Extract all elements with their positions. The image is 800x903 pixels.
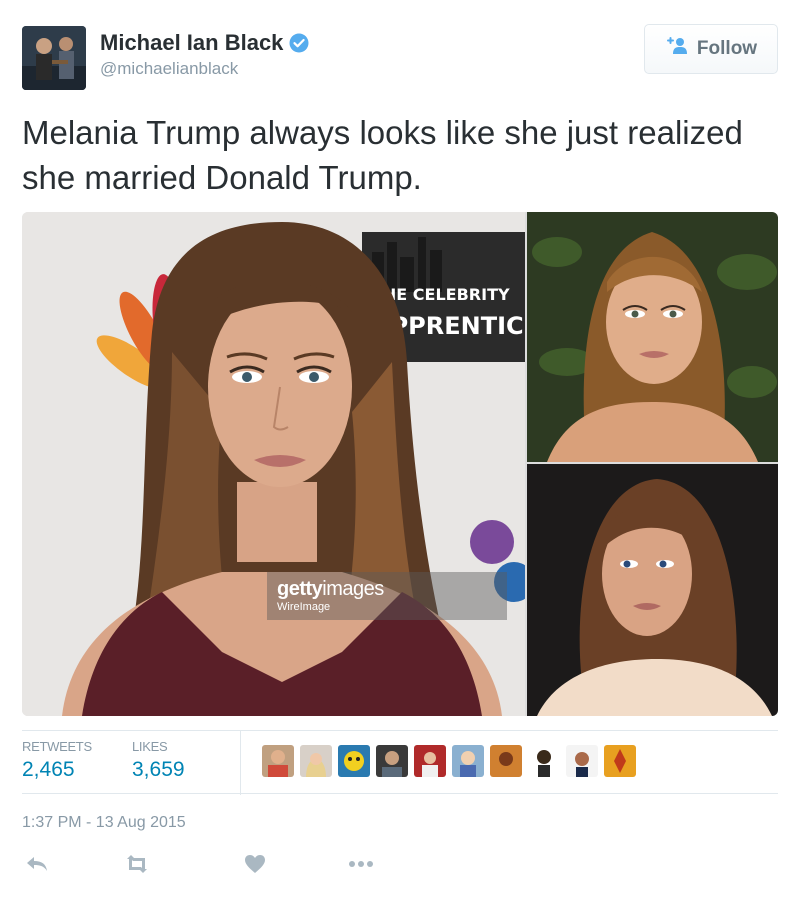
- liker-avatar[interactable]: [528, 745, 560, 777]
- display-name-text[interactable]: Michael Ian Black: [100, 30, 283, 56]
- photo-top-right[interactable]: [527, 212, 778, 462]
- likes-count[interactable]: 3,659: [132, 758, 185, 782]
- watermark-brand-bold: getty: [277, 578, 323, 600]
- tweet-stats: RETWEETS 2,465 LIKES 3,659: [22, 730, 778, 795]
- tweet-text: Melania Trump always looks like she just…: [22, 114, 743, 196]
- retweets-label: RETWEETS: [22, 739, 92, 754]
- watermark-brand-rest: images: [322, 578, 384, 600]
- liker-avatar[interactable]: [566, 745, 598, 777]
- liker-avatar[interactable]: [604, 745, 636, 777]
- likers-avatars: [262, 745, 636, 777]
- likes-label: LIKES: [132, 739, 168, 754]
- add-person-icon: [665, 37, 689, 61]
- getty-watermark: gettyimages WireImage: [267, 572, 507, 620]
- tweet-header: Michael Ian Black @michaelianblack Follo…: [22, 20, 778, 90]
- liker-avatar[interactable]: [490, 745, 522, 777]
- liker-avatar[interactable]: [414, 745, 446, 777]
- watermark-brand: gettyimages: [277, 578, 497, 601]
- liker-avatar[interactable]: [300, 745, 332, 777]
- tweet-timestamp[interactable]: 1:37 PM - 13 Aug 2015: [22, 814, 186, 832]
- display-name[interactable]: Michael Ian Black: [100, 30, 309, 56]
- liker-avatar[interactable]: [338, 745, 370, 777]
- follow-button[interactable]: Follow: [644, 24, 778, 74]
- tweet-media[interactable]: THE CELEBRITY APPRENTICE gettyimages Wir…: [22, 212, 778, 716]
- likes-stat[interactable]: LIKES 3,659: [132, 739, 185, 782]
- photo-main[interactable]: THE CELEBRITY APPRENTICE: [22, 212, 525, 716]
- avatar[interactable]: [22, 26, 86, 90]
- liker-avatar[interactable]: [376, 745, 408, 777]
- photo-bottom-right[interactable]: [527, 464, 778, 716]
- verified-badge-icon: [289, 33, 309, 53]
- more-icon[interactable]: [346, 850, 376, 878]
- liker-avatar[interactable]: [452, 745, 484, 777]
- user-names: Michael Ian Black @michaelianblack: [100, 30, 309, 79]
- user-handle[interactable]: @michaelianblack: [100, 59, 309, 79]
- retweets-count[interactable]: 2,465: [22, 758, 92, 782]
- retweets-stat[interactable]: RETWEETS 2,465: [22, 739, 92, 782]
- like-icon[interactable]: [240, 850, 270, 878]
- retweet-icon[interactable]: [122, 850, 152, 878]
- follow-label: Follow: [696, 38, 758, 59]
- reply-icon[interactable]: [22, 850, 52, 878]
- liker-avatar[interactable]: [262, 745, 294, 777]
- stats-divider: [240, 731, 241, 795]
- tweet-actions: [22, 850, 422, 880]
- watermark-sub: WireImage: [277, 601, 331, 613]
